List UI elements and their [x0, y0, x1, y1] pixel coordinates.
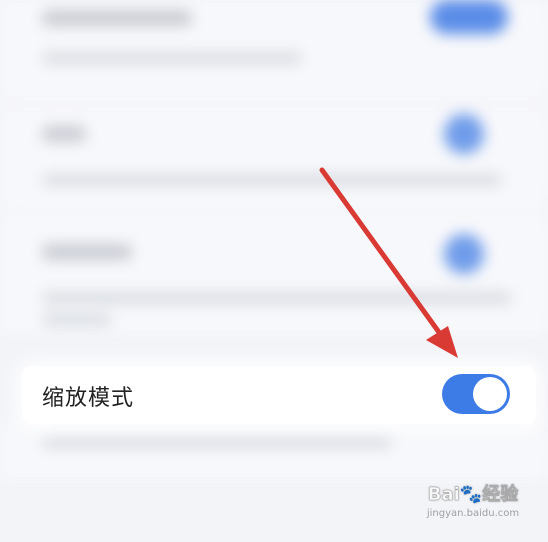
watermark: Bai🐾经验 jingyan.baidu.com — [418, 480, 528, 530]
watermark-site: jingyan.baidu.com — [426, 508, 520, 519]
red-arrow-pointer-icon — [319, 167, 458, 358]
watermark-brand: Bai🐾经验 — [427, 484, 519, 506]
